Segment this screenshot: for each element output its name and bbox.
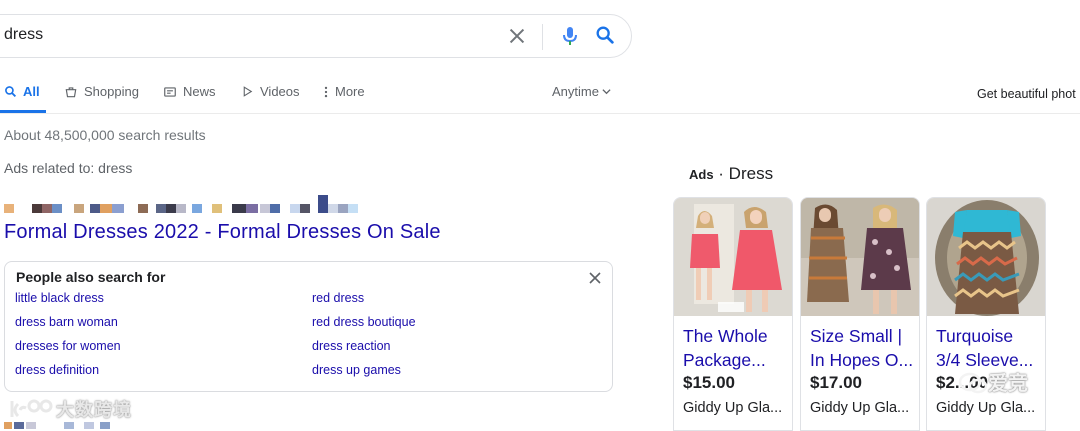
- product-price: $15.00: [683, 373, 735, 392]
- result-stats: About 48,500,000 search results: [4, 127, 206, 143]
- related-search-link[interactable]: red dress: [312, 291, 364, 305]
- watermark-icon: [10, 399, 53, 418]
- play-icon: [243, 86, 253, 97]
- related-search-link[interactable]: dresses for women: [15, 339, 121, 353]
- wechat-icon: [958, 372, 988, 394]
- product-merchant: Giddy Up Gla...: [683, 400, 783, 416]
- search-bar[interactable]: [0, 14, 632, 58]
- related-search-link[interactable]: dress barn woman: [15, 315, 118, 329]
- next-result-redacted: [4, 422, 124, 429]
- microphone-icon[interactable]: [560, 24, 580, 48]
- shopping-bag-icon: [65, 86, 77, 97]
- related-search-link[interactable]: dress definition: [15, 363, 99, 377]
- product-image[interactable]: [674, 198, 792, 316]
- news-icon: [164, 86, 176, 97]
- sidebar-promo-link[interactable]: Get beautiful phot: [977, 87, 1076, 101]
- product-image[interactable]: [927, 198, 1045, 316]
- more-vert-icon: [324, 86, 328, 97]
- product-merchant: Giddy Up Gla...: [810, 400, 910, 416]
- search-icon[interactable]: [594, 24, 616, 46]
- product-title[interactable]: Size Small | In Hopes O...: [810, 324, 914, 372]
- ads-related-label: Ads related to: dress: [4, 160, 133, 176]
- product-price: $17.00: [810, 373, 862, 392]
- product-image[interactable]: [801, 198, 919, 316]
- tabs-divider: [0, 113, 1080, 114]
- tab-videos[interactable]: Videos: [241, 84, 300, 99]
- search-icon: [5, 86, 17, 98]
- product-card[interactable]: The Whole Package... $15.00 Giddy Up Gla…: [673, 197, 793, 431]
- tab-all[interactable]: All: [4, 84, 40, 99]
- search-input[interactable]: dress: [4, 26, 43, 44]
- shopping-ads-heading: Ads · Dress: [689, 164, 774, 183]
- product-merchant: Giddy Up Gla...: [936, 400, 1036, 416]
- chevron-down-icon: [602, 89, 611, 95]
- search-divider: [542, 24, 543, 50]
- people-also-search-title: People also search for: [16, 269, 166, 285]
- related-search-link[interactable]: dress reaction: [312, 339, 391, 353]
- clear-icon[interactable]: [506, 25, 528, 47]
- related-search-link[interactable]: red dress boutique: [312, 315, 416, 329]
- tab-shopping[interactable]: Shopping: [64, 84, 139, 99]
- related-search-link[interactable]: dress up games: [312, 363, 401, 377]
- tab-news[interactable]: News: [163, 84, 216, 99]
- close-icon[interactable]: [588, 271, 602, 285]
- product-card[interactable]: Size Small | In Hopes O... $17.00 Giddy …: [800, 197, 920, 431]
- product-title[interactable]: The Whole Package...: [683, 324, 787, 372]
- watermark-right: 爱竞: [958, 367, 1028, 396]
- watermark-logo: 大数跨境: [8, 396, 132, 422]
- ad-title-link[interactable]: Formal Dresses 2022 - Formal Dresses On …: [4, 221, 441, 244]
- tab-more[interactable]: More: [323, 84, 365, 99]
- time-filter-dropdown[interactable]: Anytime: [552, 84, 611, 99]
- related-search-link[interactable]: little black dress: [15, 291, 104, 305]
- product-title[interactable]: Turquoise 3/4 Sleeve...: [936, 324, 1040, 372]
